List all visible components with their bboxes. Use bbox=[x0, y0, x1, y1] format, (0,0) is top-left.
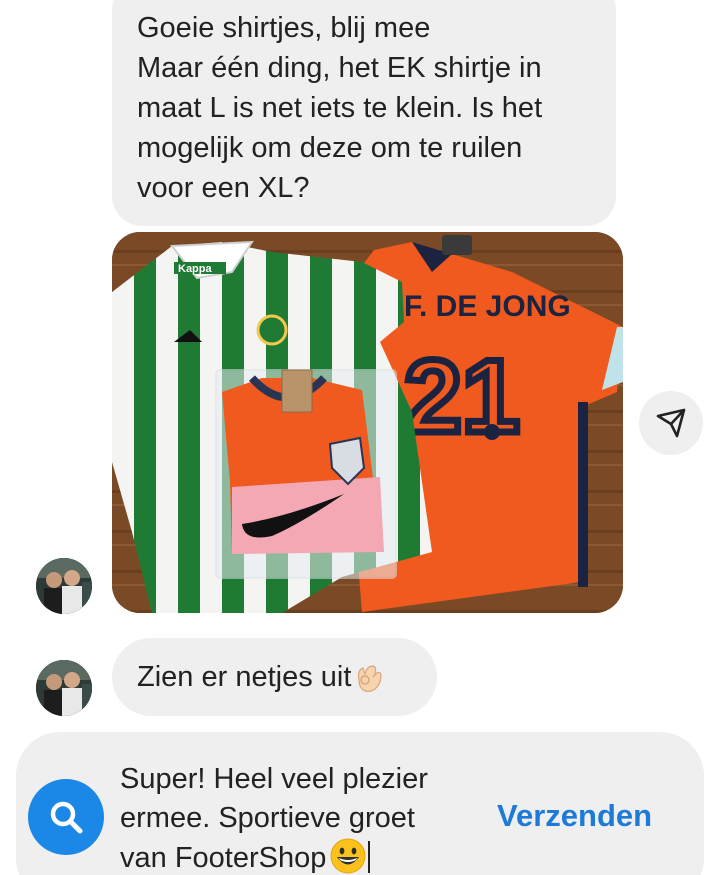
message-line: maat L is net iets te klein. Is het bbox=[137, 92, 543, 124]
grinning-face-emoji-icon bbox=[330, 838, 366, 874]
message-line: Goeie shirtjes, blij mee bbox=[137, 12, 431, 44]
message-line: mogelijk om deze om te ruilen bbox=[137, 132, 523, 164]
message-bubble-received[interactable]: Zien er netjes uit bbox=[112, 638, 437, 716]
search-button[interactable] bbox=[28, 779, 104, 855]
player-name: F. DE JONG bbox=[404, 290, 571, 323]
message-bubble-received[interactable]: Goeie shirtjes, blij mee Maar één ding, … bbox=[112, 0, 616, 226]
message-text: Zien er netjes uit bbox=[137, 661, 352, 693]
photo-message[interactable]: F. DE JONG 21 Kappa bbox=[112, 232, 623, 613]
message-input-line: ermee. Sportieve groet bbox=[120, 802, 415, 834]
player-number: 21 bbox=[404, 339, 520, 455]
message-line: Maar één ding, het EK shirtje in bbox=[137, 52, 542, 84]
ok-hand-emoji-icon bbox=[358, 665, 382, 693]
text-caret bbox=[368, 841, 371, 873]
share-button[interactable] bbox=[639, 391, 703, 455]
message-input-line: Super! Heel veel plezier bbox=[120, 763, 428, 795]
jerseys-photo: F. DE JONG 21 Kappa bbox=[112, 232, 623, 613]
packaged-shirt bbox=[215, 369, 397, 579]
avatar-photo bbox=[36, 558, 92, 614]
jersey-brand: Kappa bbox=[178, 263, 213, 275]
send-button[interactable]: Verzenden bbox=[497, 798, 652, 834]
message-line: voor een XL? bbox=[137, 172, 310, 204]
search-icon bbox=[50, 801, 83, 834]
message-input[interactable]: Super! Heel veel plezier ermee. Sportiev… bbox=[120, 760, 490, 875]
avatar[interactable] bbox=[36, 660, 92, 716]
avatar-photo bbox=[36, 660, 92, 716]
avatar[interactable] bbox=[36, 558, 92, 614]
send-arrow-icon bbox=[656, 408, 686, 438]
message-input-line: van FooterShop bbox=[120, 842, 327, 874]
